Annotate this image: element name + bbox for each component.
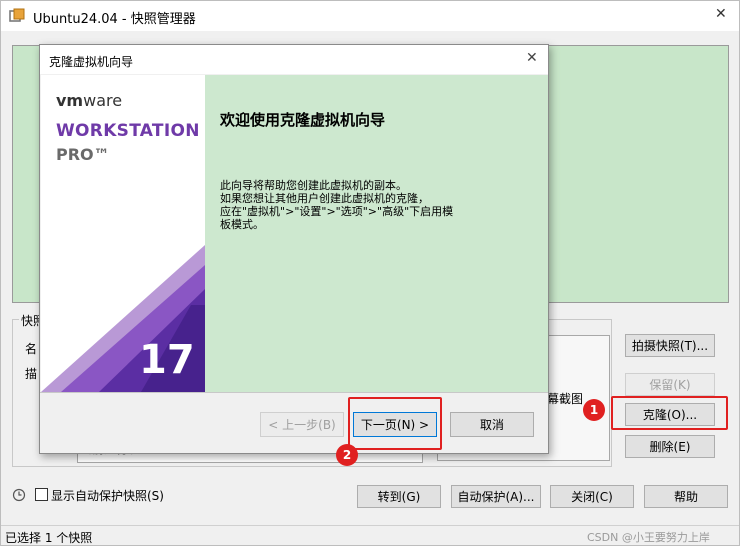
clone-highlight-box	[611, 396, 728, 430]
wizard-body-line: 板模式。	[220, 218, 264, 231]
goto-button[interactable]: 转到(G)	[357, 485, 441, 508]
wizard-body-line: 应在"虚拟机">"设置">"选项">"高级"下启用模	[220, 205, 454, 218]
name-label: 名	[25, 342, 38, 356]
main-title-bar: Ubuntu24.04 - 快照管理器 ✕	[1, 1, 739, 31]
step-badge-2: 2	[336, 444, 358, 466]
wizard-body: 此向导将帮助您创建此虚拟机的副本。 如果您想让其他用户创建此虚拟机的克隆， 应在…	[220, 179, 540, 231]
vmware-logo: vmware	[56, 91, 122, 110]
status-bar: 已选择 1 个快照 CSDN @小王要努力上岸	[1, 525, 739, 545]
watermark-text: CSDN @小王要努力上岸	[587, 531, 710, 544]
vmware-app-icon	[9, 8, 25, 24]
main-window-title: Ubuntu24.04 - 快照管理器	[33, 12, 196, 27]
wizard-body-line: 如果您想让其他用户创建此虚拟机的克隆，	[220, 192, 429, 205]
dialog-title-bar: 克隆虚拟机向导 ✕	[40, 45, 548, 74]
help-button[interactable]: 帮助	[644, 485, 728, 508]
keep-button[interactable]: 保留(K)	[625, 373, 715, 396]
clone-wizard-dialog: 克隆虚拟机向导 ✕ vmware WORKSTATION PRO™ 17 欢迎使…	[39, 44, 549, 454]
vmware-logo-vm: vm	[56, 91, 84, 110]
main-close-icon[interactable]: ✕	[715, 6, 727, 22]
clock-icon	[12, 488, 26, 502]
autoprotect-button[interactable]: 自动保护(A)...	[451, 485, 541, 508]
take-snapshot-button[interactable]: 拍摄快照(T)...	[625, 334, 715, 357]
step-badge-1: 1	[583, 399, 605, 421]
wizard-heading: 欢迎使用克隆虚拟机向导	[220, 111, 386, 129]
vmware-logo-ware: ware	[83, 91, 123, 110]
brand-panel: vmware WORKSTATION PRO™ 17	[41, 75, 205, 392]
cancel-button[interactable]: 取消	[450, 412, 534, 437]
product-name-line1: WORKSTATION	[56, 121, 200, 141]
status-text: 已选择 1 个快照	[5, 531, 93, 545]
wizard-content-panel: 欢迎使用克隆虚拟机向导 此向导将帮助您创建此虚拟机的副本。 如果您想让其他用户创…	[205, 75, 548, 392]
dialog-title: 克隆虚拟机向导	[49, 55, 134, 69]
wizard-body-line: 此向导将帮助您创建此虚拟机的副本。	[220, 179, 407, 192]
version-number: 17	[139, 337, 195, 383]
dialog-close-icon[interactable]: ✕	[526, 50, 538, 66]
dialog-separator	[40, 392, 548, 393]
show-autoprotect-checkbox[interactable]	[35, 488, 48, 501]
prev-button[interactable]: < 上一步(B)	[260, 412, 344, 437]
product-name-line2: PRO™	[56, 145, 110, 164]
show-autoprotect-label: 显示自动保护快照(S)	[51, 489, 164, 503]
delete-button[interactable]: 删除(E)	[625, 435, 715, 458]
description-label: 描	[25, 367, 38, 381]
close-button[interactable]: 关闭(C)	[550, 485, 634, 508]
next-highlight-box	[348, 397, 442, 450]
screenshot-label: 幕截图	[547, 390, 584, 407]
